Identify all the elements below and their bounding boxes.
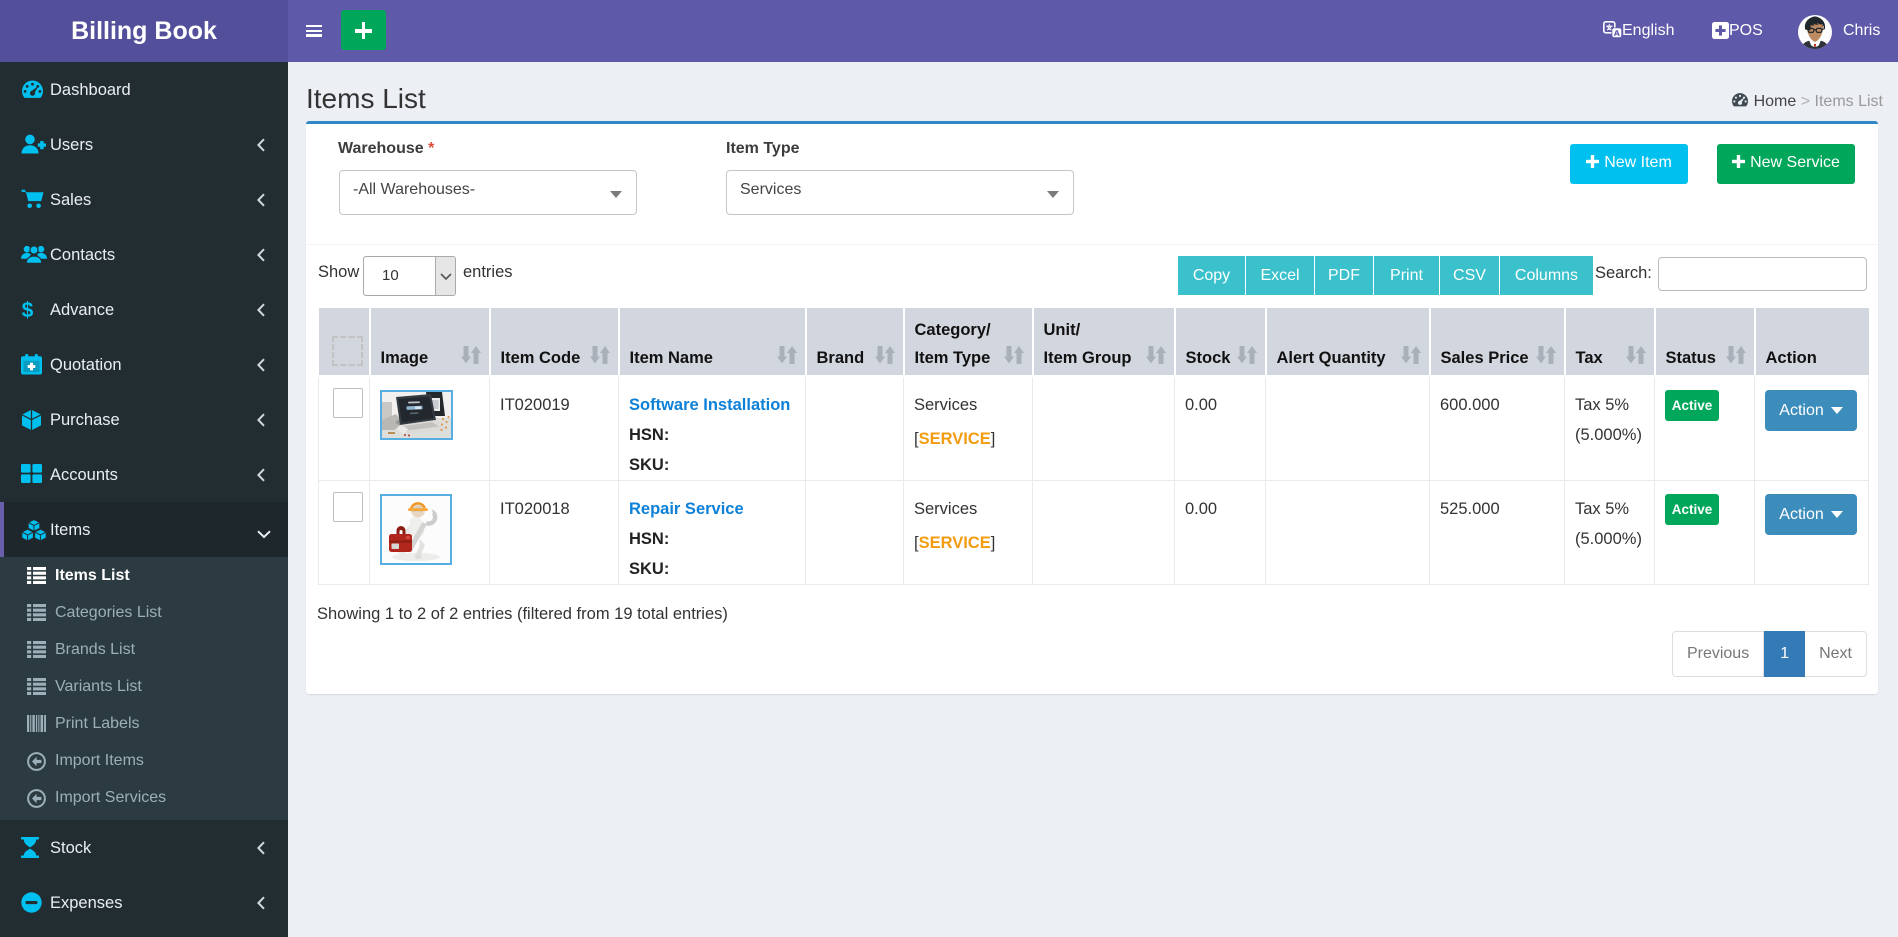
svg-text:$: $: [22, 299, 34, 321]
